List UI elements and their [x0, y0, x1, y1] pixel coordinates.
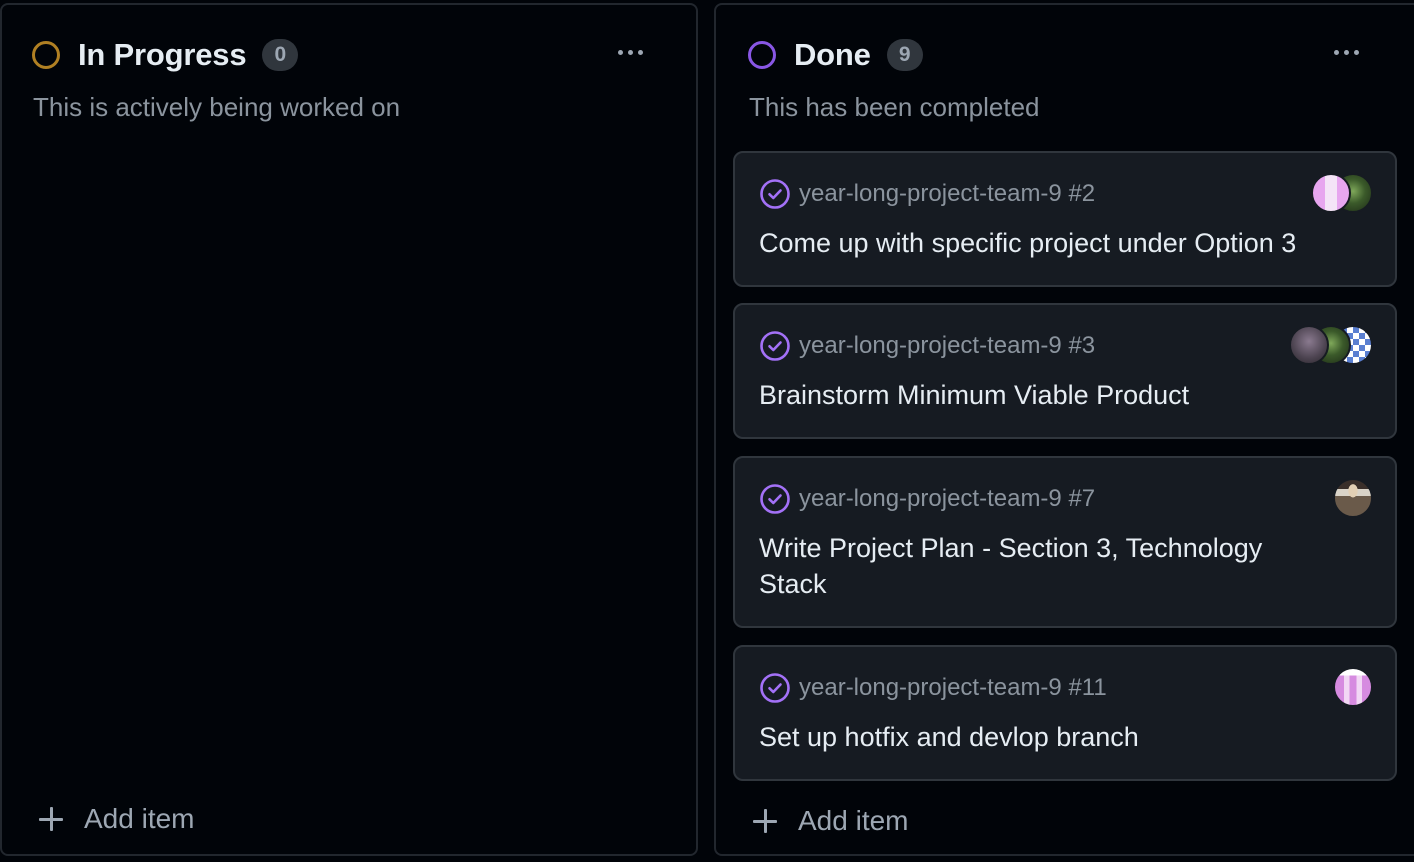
column-description: This is actively being worked on — [33, 92, 401, 122]
assignee-avatars[interactable] — [1333, 667, 1373, 707]
add-item-button[interactable]: Add item — [38, 802, 195, 836]
kebab-dot-icon — [1333, 49, 1339, 55]
avatar[interactable] — [1289, 325, 1329, 365]
column-header: Done 9 — [748, 37, 923, 73]
card-repo-link[interactable]: year-long-project-team-9 #2 — [799, 180, 1095, 208]
kebab-dot-icon — [617, 49, 623, 55]
kebab-dot-icon — [627, 49, 633, 55]
column-menu-button[interactable] — [610, 39, 650, 65]
issue-card[interactable]: year-long-project-team-9 #2 Come up with… — [733, 151, 1397, 287]
card-repo-link[interactable]: year-long-project-team-9 #11 — [799, 674, 1107, 702]
assignee-avatars[interactable] — [1289, 325, 1373, 365]
column-menu-button[interactable] — [1326, 39, 1366, 65]
assignee-avatars[interactable] — [1333, 478, 1373, 518]
column-title: In Progress — [78, 37, 247, 72]
column-in-progress: In Progress 0 This is actively being wor… — [0, 3, 698, 856]
status-circle-icon — [32, 41, 60, 69]
card-title[interactable]: Come up with specific project under Opti… — [759, 225, 1329, 261]
issue-card[interactable]: year-long-project-team-9 #3 Brainstorm M… — [733, 303, 1397, 439]
project-board: In Progress 0 This is actively being wor… — [0, 0, 1414, 862]
add-item-label: Add item — [84, 803, 195, 834]
avatar[interactable] — [1311, 173, 1351, 213]
check-circle-icon — [760, 179, 790, 209]
card-repo-link[interactable]: year-long-project-team-9 #7 — [799, 485, 1095, 513]
issue-card[interactable]: year-long-project-team-9 #7 Write Projec… — [733, 456, 1397, 628]
issue-card[interactable]: year-long-project-team-9 #11 Set up hotf… — [733, 645, 1397, 781]
card-meta: year-long-project-team-9 #3 — [759, 329, 1095, 363]
add-item-button[interactable]: Add item — [752, 804, 909, 838]
avatar[interactable] — [1333, 667, 1373, 707]
kebab-dot-icon — [1353, 49, 1359, 55]
kebab-dot-icon — [637, 49, 643, 55]
column-title: Done — [794, 37, 871, 72]
assignee-avatars[interactable] — [1311, 173, 1373, 213]
column-done: Done 9 This has been completed year-long… — [714, 3, 1414, 856]
card-title[interactable]: Write Project Plan - Section 3, Technolo… — [759, 530, 1329, 602]
card-title[interactable]: Set up hotfix and devlop branch — [759, 719, 1329, 755]
column-description: This has been completed — [749, 92, 1040, 122]
column-header: In Progress 0 — [32, 37, 299, 73]
add-item-label: Add item — [798, 805, 909, 836]
item-count-badge: 9 — [886, 39, 923, 71]
check-circle-icon — [760, 484, 790, 514]
card-meta: year-long-project-team-9 #7 — [759, 482, 1095, 516]
kebab-dot-icon — [1343, 49, 1349, 55]
card-repo-link[interactable]: year-long-project-team-9 #3 — [799, 332, 1095, 360]
avatar[interactable] — [1333, 478, 1373, 518]
plus-icon — [38, 806, 64, 832]
status-circle-icon — [748, 41, 776, 69]
card-meta: year-long-project-team-9 #11 — [759, 671, 1107, 705]
card-meta: year-long-project-team-9 #2 — [759, 177, 1095, 211]
check-circle-icon — [760, 673, 790, 703]
check-circle-icon — [760, 331, 790, 361]
card-title[interactable]: Brainstorm Minimum Viable Product — [759, 377, 1329, 413]
plus-icon — [752, 808, 778, 834]
item-count-badge: 0 — [262, 39, 299, 71]
